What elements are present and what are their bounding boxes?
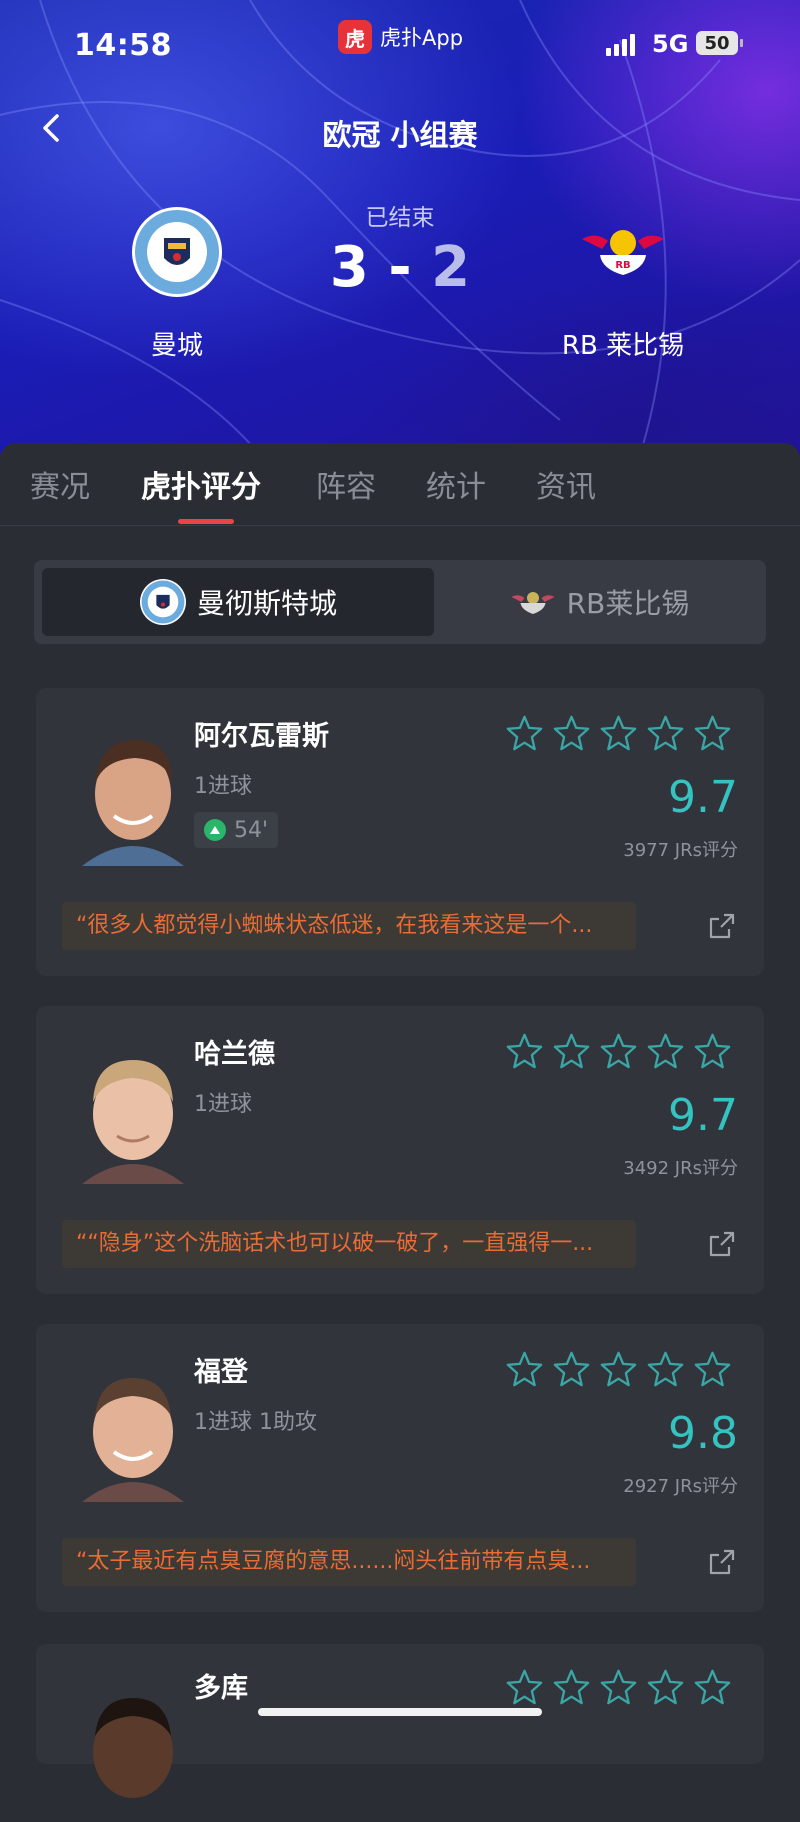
battery-icon: 50 [696,31,738,55]
tab-news[interactable]: 资讯 [536,462,596,506]
app-name: 虎扑App [380,26,464,50]
player-avatar [62,1042,204,1184]
player-avatar [62,724,204,866]
team-switch-away-label: RB莱比锡 [566,587,690,620]
star-icon[interactable] [553,1668,590,1705]
star-icon[interactable] [506,1032,543,1069]
tab-bar: 赛况 虎扑评分 阵容 统计 资讯 [0,462,800,524]
star-icon[interactable] [600,1668,637,1705]
star-icon[interactable] [600,1350,637,1387]
tab-hupu-rating[interactable]: 虎扑评分 [141,462,261,506]
open-link-icon[interactable] [708,1230,736,1258]
star-icon[interactable] [553,714,590,751]
player-avatar [62,1360,204,1502]
match-header: 14:58 虎 虎扑App 5G 50 欧冠 小组赛 曼城 已结束 3 - 2 [0,0,800,455]
player-stat: 1进球 [194,774,252,799]
star-rating[interactable] [506,1350,731,1387]
sub-in-icon [204,819,226,841]
open-link-icon[interactable] [708,912,736,940]
man-city-crest-icon [140,579,186,625]
score-separator: - [388,235,412,300]
player-card[interactable]: 多库 [36,1644,764,1798]
star-icon[interactable] [647,1668,684,1705]
player-card[interactable]: 阿尔瓦雷斯 1进球 54' 9.7 3977 JRs评分 “很多人都觉得小蜘蛛状… [36,688,764,976]
player-rating: 9.7 [668,1090,738,1141]
rb-leipzig-crest-icon: RB [582,230,664,275]
team-switch-home[interactable]: 曼彻斯特城 [42,568,434,636]
star-icon[interactable] [694,714,731,751]
star-icon[interactable] [694,1668,731,1705]
rb-leipzig-crest-icon [511,592,555,614]
rating-count: 3492 JRs评分 [623,1158,738,1179]
tab-divider [0,525,800,526]
tab-match-report[interactable]: 赛况 [30,462,90,506]
status-bar: 14:58 虎 虎扑App 5G 50 [0,20,800,68]
network-type: 5G [652,30,689,58]
status-time: 14:58 [74,28,172,63]
star-icon[interactable] [600,1032,637,1069]
team-switch-away[interactable]: RB莱比锡 [434,568,764,636]
player-rating: 9.7 [668,772,738,823]
top-comment[interactable]: ““隐身”这个洗脑话术也可以破一破了，一直强得一... [62,1220,636,1268]
star-rating[interactable] [506,1668,731,1705]
star-icon[interactable] [506,1350,543,1387]
home-team-name: 曼城 [150,331,203,361]
app-badge[interactable]: 虎 虎扑App [338,20,463,54]
team-switch-home-label: 曼彻斯特城 [196,587,337,620]
star-icon[interactable] [600,714,637,751]
player-name: 多库 [194,1673,248,1704]
open-link-icon[interactable] [708,1548,736,1576]
home-score: 3 [329,235,369,300]
star-icon[interactable] [694,1350,731,1387]
top-comment[interactable]: “太子最近有点臭豆腐的意思......闷头往前带有点臭... [62,1538,636,1586]
star-icon[interactable] [647,1032,684,1069]
away-team[interactable]: RB RB 莱比锡 [523,205,723,362]
star-icon[interactable] [553,1032,590,1069]
page-title: 欧冠 小组赛 [322,118,478,152]
player-rating: 9.8 [668,1408,738,1459]
hupu-logo-icon: 虎 [338,20,372,54]
star-icon[interactable] [506,714,543,751]
player-card[interactable]: 福登 1进球 1助攻 9.8 2927 JRs评分 “太子最近有点臭豆腐的意思.… [36,1324,764,1612]
svg-text:RB: RB [615,260,630,271]
player-name: 福登 [194,1357,248,1388]
player-stat: 1进球 1助攻 [194,1410,317,1435]
tab-stats[interactable]: 统计 [426,462,486,506]
team-switch: 曼彻斯特城 RB莱比锡 [34,560,766,644]
player-stat: 1进球 [194,1092,252,1117]
star-rating[interactable] [506,714,731,751]
top-comment[interactable]: “很多人都觉得小蜘蛛状态低迷，在我看来这是一个... [62,902,636,950]
rating-count: 3977 JRs评分 [623,840,738,861]
substitution-badge: 54' [194,812,279,848]
star-icon[interactable] [553,1350,590,1387]
player-avatar [62,1680,204,1822]
star-icon[interactable] [506,1668,543,1705]
star-rating[interactable] [506,1032,731,1069]
active-tab-indicator [178,519,234,524]
away-score: 2 [431,235,471,300]
star-icon[interactable] [694,1032,731,1069]
player-card[interactable]: 哈兰德 1进球 9.7 3492 JRs评分 ““隐身”这个洗脑话术也可以破一破… [36,1006,764,1294]
home-indicator[interactable] [258,1708,542,1716]
star-icon[interactable] [647,1350,684,1387]
sub-minute: 54' [234,817,269,843]
away-team-name: RB 莱比锡 [561,331,685,361]
rating-count: 2927 JRs评分 [623,1476,738,1497]
player-name: 阿尔瓦雷斯 [194,721,329,752]
player-name: 哈兰德 [194,1039,275,1070]
tab-lineup[interactable]: 阵容 [316,462,376,506]
battery-tip [740,39,743,47]
signal-icon [606,34,635,56]
star-icon[interactable] [647,714,684,751]
